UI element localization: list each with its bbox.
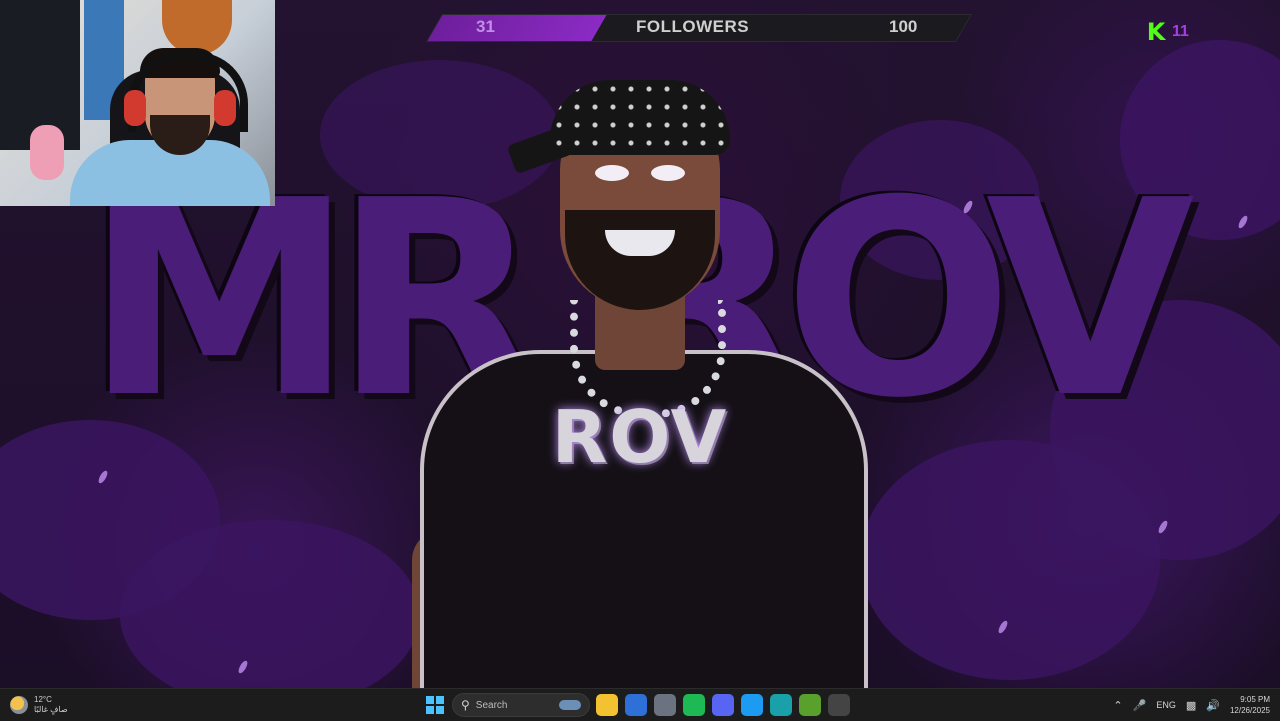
twitter-icon[interactable]: [741, 694, 763, 716]
spotify-icon[interactable]: [683, 694, 705, 716]
weather-condition: صافٍ غالبًا: [34, 705, 68, 714]
clock-time: 9:05 PM: [1240, 695, 1270, 704]
display-icon[interactable]: ▩: [1186, 699, 1196, 712]
obs-icon[interactable]: [828, 694, 850, 716]
followers-label: FOLLOWERS: [636, 17, 750, 36]
character-illustration: ROV: [400, 60, 880, 688]
taskbar-search-box[interactable]: ⚲ Search: [452, 693, 590, 717]
search-highlight-icon: [559, 700, 581, 710]
character-eye: [651, 165, 685, 181]
shirt-logo-text: ROV: [551, 395, 729, 479]
character-bandana: [550, 80, 730, 155]
chevron-up-icon[interactable]: ⌃: [1113, 699, 1122, 712]
taskbar-center: ⚲ Search: [424, 692, 850, 718]
weather-temperature: 12°C: [34, 695, 52, 704]
partly-cloudy-icon: [10, 696, 28, 714]
followers-goal-bar: 31 FOLLOWERS 100: [425, 14, 973, 42]
followers-current: 31: [476, 17, 495, 36]
clock-date: 12/26/2025: [1229, 706, 1270, 715]
webcam-guitar: [162, 0, 232, 55]
character-eye: [595, 165, 629, 181]
system-tray: ⌃ 🎤 ENG ▩ 🔊 9:05 PM 12/26/2025: [1113, 692, 1270, 718]
windows-start-icon[interactable]: [424, 694, 446, 716]
followers-goal: 100: [889, 17, 918, 36]
settings-icon[interactable]: [654, 694, 676, 716]
weather-widget[interactable]: 12°C صافٍ غالبًا: [10, 693, 68, 717]
headset-earcup: [214, 90, 236, 126]
microphone-icon[interactable]: 🎤: [1133, 699, 1147, 712]
headset-earcup: [124, 90, 146, 126]
webcam-overlay: [0, 0, 275, 206]
search-placeholder: Search: [475, 699, 508, 711]
pinned-apps: [596, 694, 850, 716]
search-icon: ⚲: [461, 698, 470, 712]
character-beard: [565, 210, 715, 310]
kick-viewer-badge: K 11: [1146, 20, 1189, 44]
kick-logo-icon: K: [1146, 18, 1166, 46]
file-explorer-icon[interactable]: [596, 694, 618, 716]
followers-goal-fill: [427, 15, 607, 41]
edge-icon[interactable]: [770, 694, 792, 716]
clock[interactable]: 9:05 PM 12/26/2025: [1230, 694, 1270, 716]
volume-icon[interactable]: 🔊: [1206, 699, 1220, 712]
discord-icon[interactable]: [712, 694, 734, 716]
kick-viewer-count: 11: [1172, 23, 1189, 40]
minecraft-icon[interactable]: [799, 694, 821, 716]
language-indicator[interactable]: ENG: [1156, 700, 1176, 710]
taskbar: 12°C صافٍ غالبًا ⚲ Search ⌃ 🎤 ENG ▩ 🔊 9:…: [0, 688, 1280, 721]
microsoft-store-icon[interactable]: [625, 694, 647, 716]
webcam-plush-toy: [30, 125, 64, 180]
